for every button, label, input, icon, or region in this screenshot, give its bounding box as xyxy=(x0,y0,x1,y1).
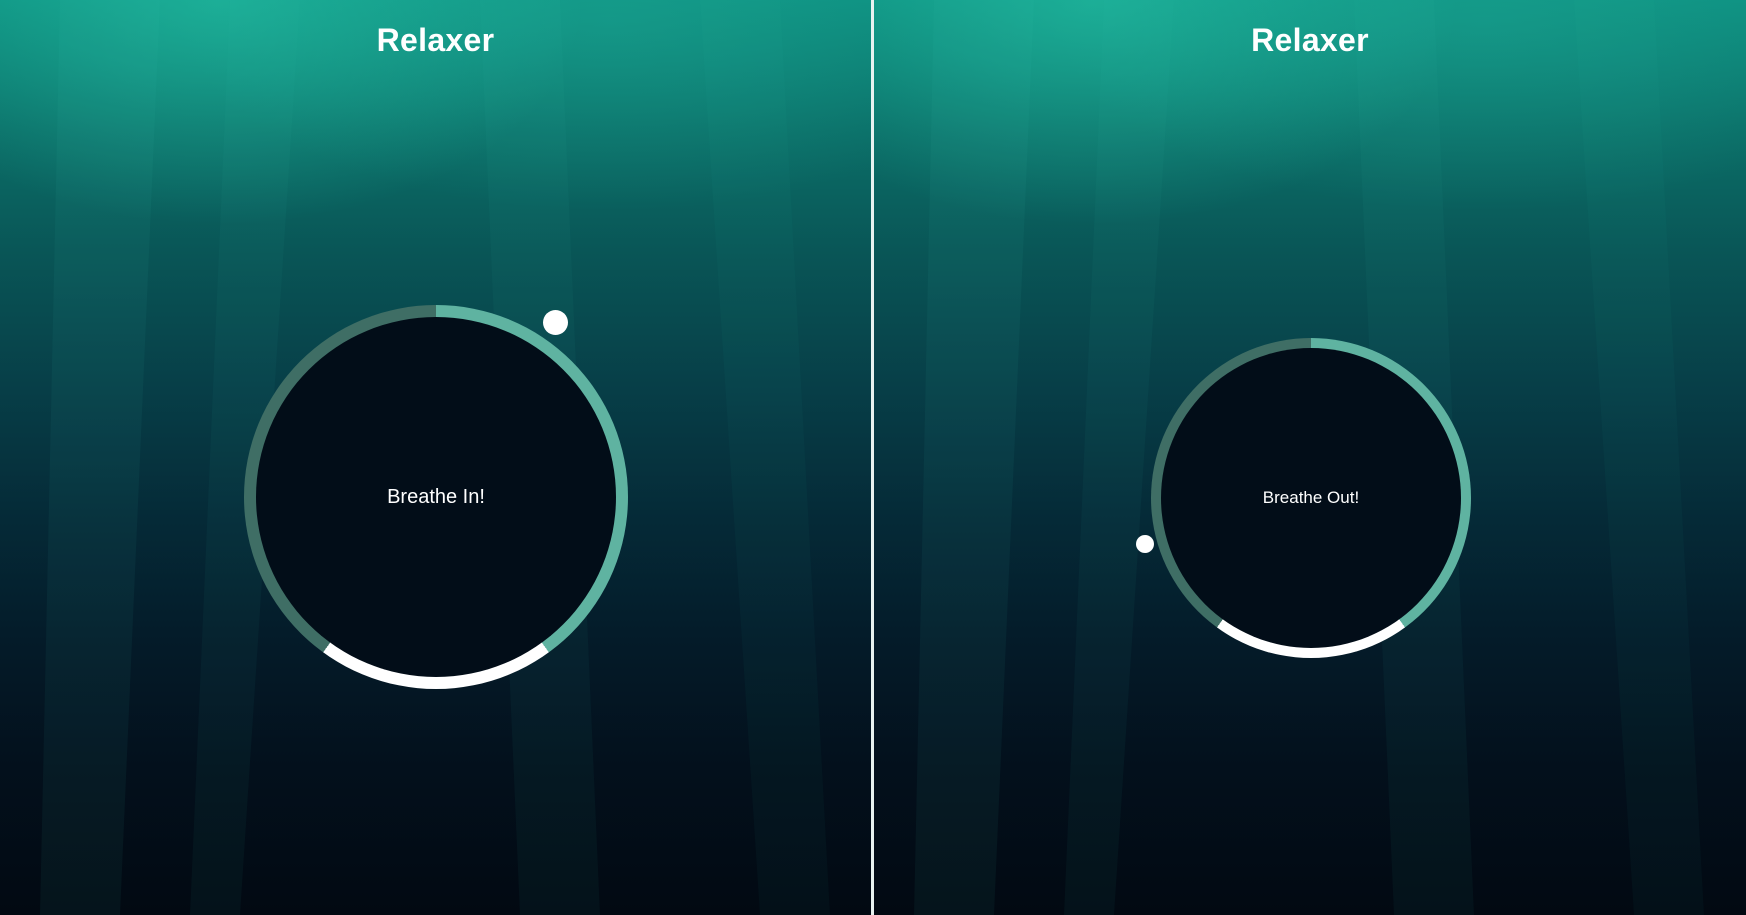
breathing-circle: Breathe In! xyxy=(244,305,628,689)
pointer-dot xyxy=(1136,535,1154,553)
pointer-dot xyxy=(543,310,568,335)
circle-center: Breathe Out! xyxy=(1161,348,1461,648)
breath-instruction: Breathe Out! xyxy=(1262,488,1360,507)
relaxer-app-breathe-out: Relaxer Breathe Out! xyxy=(874,0,1746,915)
relaxer-comparison: Relaxer Breathe In! Relaxer Breathe Out! xyxy=(0,0,1746,915)
app-title: Relaxer xyxy=(376,22,495,58)
breath-instruction: Breathe In! xyxy=(387,485,485,508)
circle-center: Breathe In! xyxy=(256,317,616,677)
breathing-circle: Breathe Out! xyxy=(1151,338,1471,658)
relaxer-app-breathe-in: Relaxer Breathe In! xyxy=(0,0,871,915)
app-title: Relaxer xyxy=(1251,22,1369,58)
